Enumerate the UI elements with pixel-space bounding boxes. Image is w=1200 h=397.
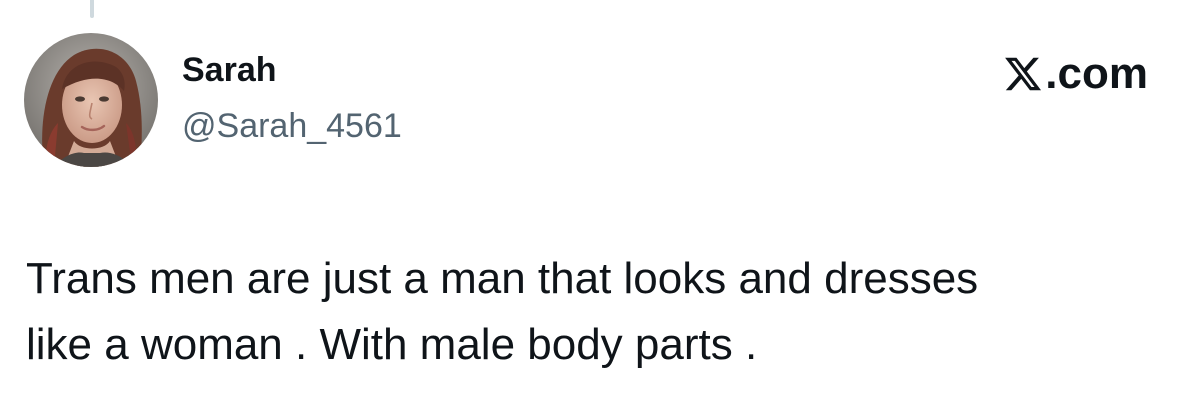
- thread-connector-line: [90, 0, 94, 18]
- x-logo-icon: [1005, 57, 1042, 91]
- brand-watermark: .com: [1003, 50, 1148, 98]
- author-handle[interactable]: @Sarah_4561: [182, 106, 402, 147]
- avatar-photo: [24, 33, 158, 167]
- tweet-text: Trans men are just a man that looks and …: [26, 254, 979, 369]
- brand-domain-suffix: .com: [1045, 49, 1148, 98]
- author-display-name[interactable]: Sarah: [182, 50, 277, 91]
- avatar[interactable]: [24, 33, 158, 167]
